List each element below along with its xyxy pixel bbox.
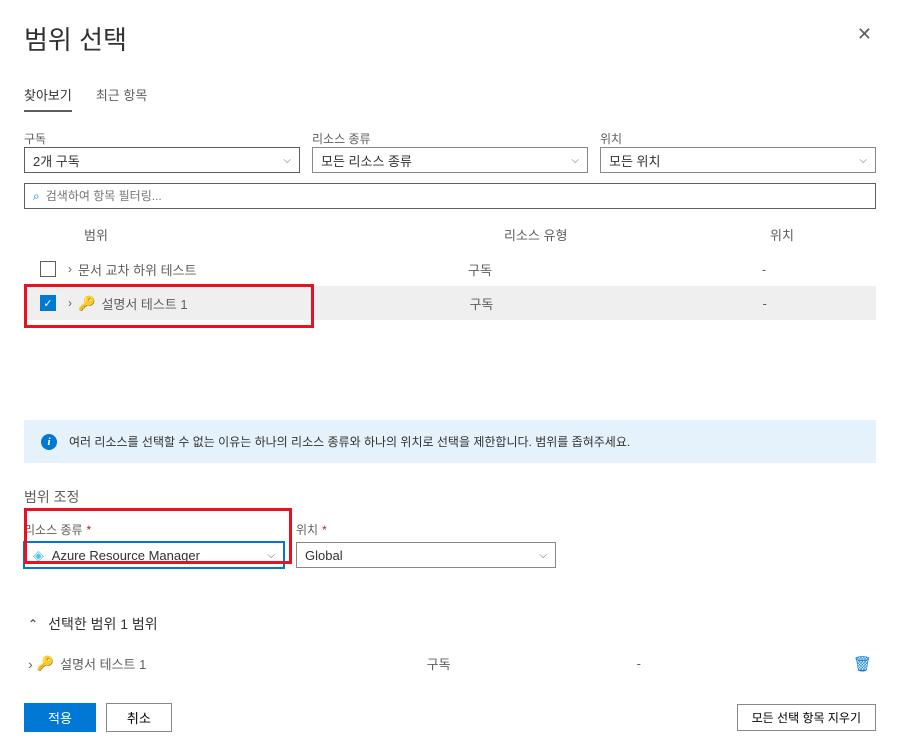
narrow-resource-type-label: 리소스 종류* — [24, 521, 284, 538]
narrow-location-dropdown[interactable]: Global ⌵ — [296, 542, 556, 568]
search-box[interactable]: ⌕ — [24, 183, 876, 209]
row-type: 구독 — [468, 260, 668, 279]
chevron-down-icon: ⌵ — [859, 155, 867, 166]
location-label: 위치 — [600, 130, 876, 147]
expand-icon[interactable]: › — [28, 656, 33, 672]
table-row[interactable]: ✓ › 🔑 설명서 테스트 1 구독 - — [24, 286, 876, 320]
chevron-down-icon: ⌵ — [571, 155, 579, 166]
narrow-location-label: 위치* — [296, 521, 556, 538]
apply-button[interactable]: 적용 — [24, 703, 96, 732]
selected-row: › 🔑 설명서 테스트 1 구독 - 🗑 — [24, 644, 876, 683]
resource-type-label: 리소스 종류 — [312, 130, 588, 147]
subscription-value: 2개 구독 — [33, 151, 80, 170]
dialog-title: 범위 선택 — [24, 20, 127, 57]
selected-scope-title: 선택한 범위 1 범위 — [48, 614, 158, 634]
narrow-resource-type-value: Azure Resource Manager — [52, 548, 268, 563]
tab-browse[interactable]: 찾아보기 — [24, 85, 72, 112]
collapse-icon[interactable]: ⌃ — [28, 617, 38, 631]
location-value: 모든 위치 — [609, 151, 660, 170]
tabs: 찾아보기 최근 항목 — [24, 85, 876, 112]
table-row[interactable]: › 문서 교차 하위 테스트 구독 - — [24, 252, 876, 286]
tab-recent[interactable]: 최근 항목 — [96, 85, 147, 112]
header-location: 위치 — [704, 225, 860, 244]
chevron-down-icon: ⌵ — [283, 155, 291, 166]
selected-row-type: 구독 — [427, 654, 637, 673]
header-type: 리소스 유형 — [504, 225, 704, 244]
resource-type-dropdown[interactable]: 모든 리소스 종류 ⌵ — [312, 147, 588, 173]
row-name: 문서 교차 하위 테스트 — [78, 260, 468, 279]
row-checkbox[interactable] — [40, 261, 56, 277]
table-header: 범위 리소스 유형 위치 — [24, 217, 876, 252]
selected-scope-header[interactable]: ⌃ 선택한 범위 1 범위 — [24, 604, 876, 644]
row-location: - — [668, 262, 860, 277]
narrow-scope-title: 범위 조정 — [24, 487, 876, 507]
narrow-location-value: Global — [305, 548, 343, 563]
clear-all-button[interactable]: 모든 선택 항목 지우기 — [737, 704, 876, 731]
chevron-down-icon: ⌵ — [539, 550, 547, 561]
chevron-down-icon: ⌵ — [267, 550, 275, 561]
row-checkbox[interactable]: ✓ — [40, 295, 56, 311]
info-banner: i 여러 리소스를 선택할 수 없는 이유는 하나의 리소스 종류와 하나의 위… — [24, 420, 876, 463]
required-indicator: * — [322, 523, 327, 537]
key-icon: 🔑 — [78, 295, 95, 312]
expand-icon[interactable]: › — [68, 262, 72, 276]
header-scope: 범위 — [84, 225, 504, 244]
close-button[interactable]: ✕ — [853, 20, 876, 49]
selected-row-name: 설명서 테스트 1 — [60, 654, 146, 673]
narrow-resource-type-dropdown[interactable]: ◈ Azure Resource Manager ⌵ — [24, 542, 284, 568]
search-input[interactable] — [46, 189, 867, 203]
key-icon: 🔑 — [37, 655, 54, 672]
search-icon: ⌕ — [33, 189, 40, 204]
resource-type-value: 모든 리소스 종류 — [321, 151, 412, 170]
row-type: 구독 — [469, 294, 669, 313]
subscription-dropdown[interactable]: 2개 구독 ⌵ — [24, 147, 300, 173]
row-name: 설명서 테스트 1 — [101, 294, 469, 313]
subscription-label: 구독 — [24, 130, 300, 147]
cancel-button[interactable]: 취소 — [106, 703, 172, 732]
delete-icon[interactable]: 🗑 — [853, 655, 872, 673]
selected-row-location: - — [637, 656, 853, 671]
location-dropdown[interactable]: 모든 위치 ⌵ — [600, 147, 876, 173]
expand-icon[interactable]: › — [68, 296, 72, 310]
cube-icon: ◈ — [33, 547, 44, 564]
info-message: 여러 리소스를 선택할 수 없는 이유는 하나의 리소스 종류와 하나의 위치로… — [69, 433, 630, 450]
required-indicator: * — [87, 523, 92, 537]
row-location: - — [669, 296, 860, 311]
info-icon: i — [41, 434, 57, 450]
